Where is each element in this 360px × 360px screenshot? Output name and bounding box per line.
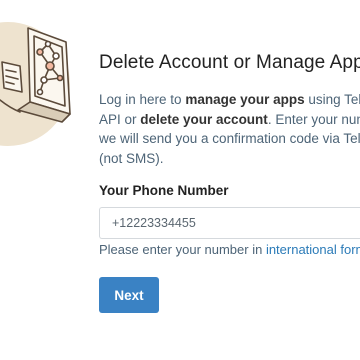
intro-text: Log in here to manage your apps using Te… bbox=[99, 90, 360, 168]
phone-format-hint: Please enter your number in internationa… bbox=[99, 242, 360, 257]
intro-line-3: we will send you a confirmation code via… bbox=[99, 131, 360, 146]
hint-text: Please enter your number in bbox=[99, 242, 266, 257]
intro-line-4: (not SMS). bbox=[99, 150, 164, 166]
intro-line-2: API or delete your account. Enter your n… bbox=[99, 110, 360, 130]
page: Delete Account or Manage Apps Log in her… bbox=[0, 0, 360, 360]
intro-line-2-suffix: . Enter your number and bbox=[267, 111, 360, 127]
intro-line-2-bold: delete your account bbox=[140, 111, 268, 127]
intro-line-1: Log in here to manage your apps using Te… bbox=[99, 90, 360, 110]
main-content: Delete Account or Manage Apps Log in her… bbox=[99, 52, 360, 313]
intro-line-2-prefix: API or bbox=[99, 111, 141, 127]
international-format-link[interactable]: international format bbox=[266, 242, 360, 257]
page-title: Delete Account or Manage Apps bbox=[99, 52, 360, 73]
phone-number-input[interactable] bbox=[99, 207, 360, 239]
intro-line-1-bold: manage your apps bbox=[185, 92, 305, 107]
intro-line-1-suffix: using Telegram bbox=[308, 92, 360, 107]
laptop-network-illustration-icon bbox=[0, 22, 71, 146]
phone-number-label: Your Phone Number bbox=[99, 183, 229, 198]
next-button[interactable]: Next bbox=[99, 277, 159, 313]
intro-line-1-prefix: Log in here to bbox=[99, 92, 186, 107]
